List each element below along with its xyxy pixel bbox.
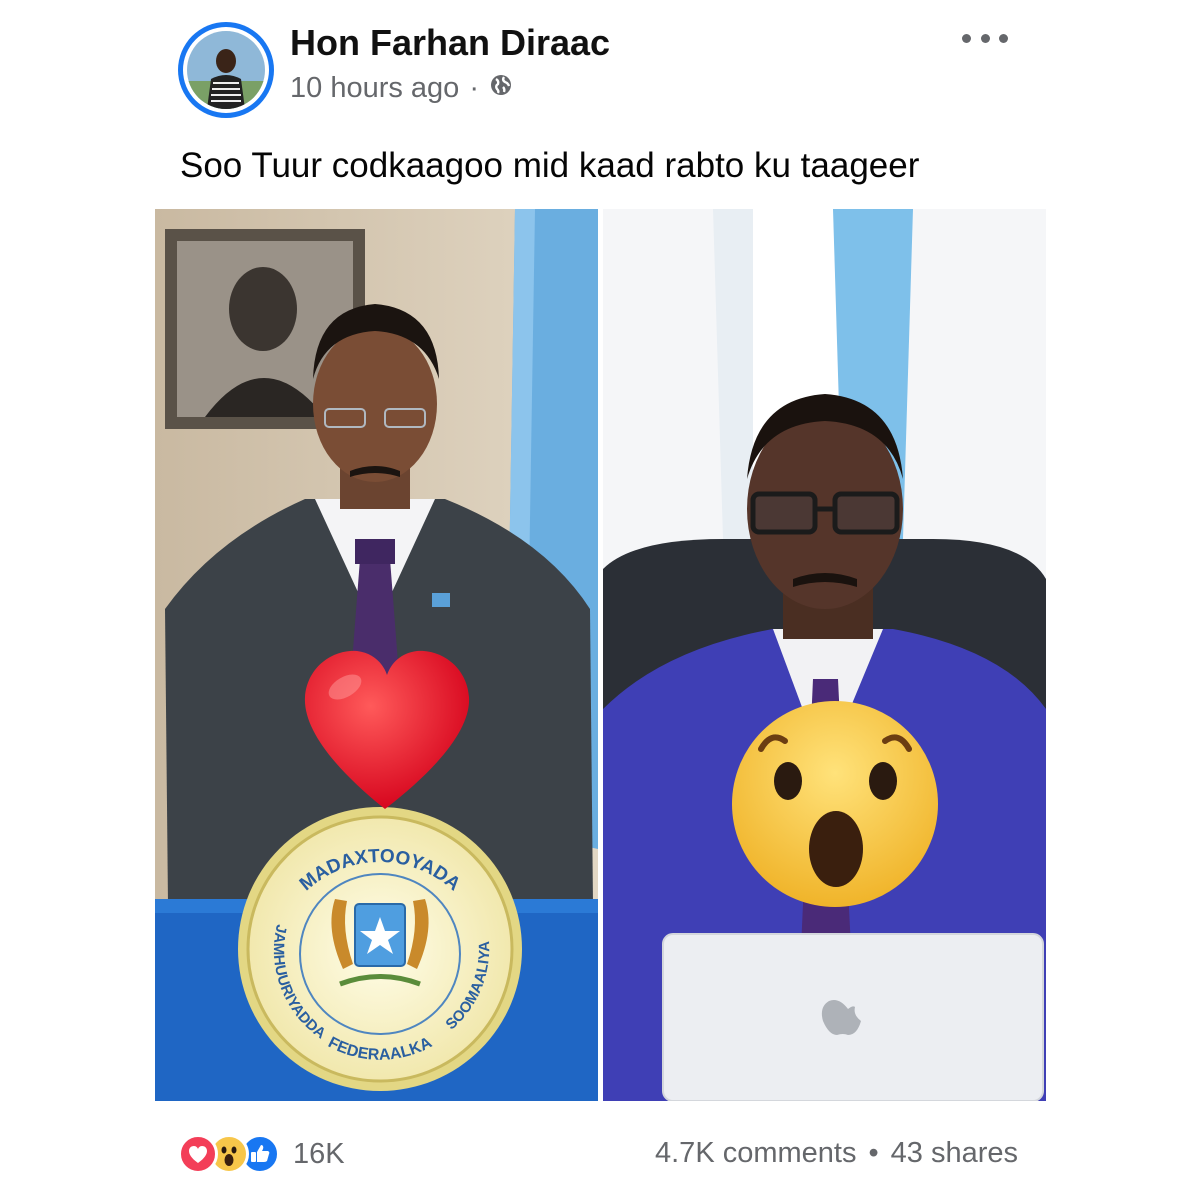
stats-separator: • [868, 1137, 879, 1169]
engagement-stats: 4.7K comments • 43 shares [655, 1137, 1018, 1170]
author-name[interactable]: Hon Farhan Diraac [290, 22, 610, 64]
shares-count[interactable]: 43 shares [891, 1137, 1018, 1170]
post-photo-right[interactable] [603, 209, 1046, 1101]
love-icon [178, 1134, 218, 1174]
avatar[interactable] [178, 22, 274, 118]
avatar-photo [187, 31, 265, 109]
post-caption: Soo Tuur codkaagoo mid kaad rabto ku taa… [180, 146, 920, 185]
more-options-icon[interactable] [962, 26, 1008, 50]
meta-separator: · [469, 72, 479, 104]
reaction-summary[interactable]: 16K [178, 1134, 345, 1174]
reaction-count: 16K [293, 1137, 345, 1170]
presidency-seal [238, 807, 522, 1091]
wow-emoji-overlay [732, 701, 938, 907]
comments-count[interactable]: 4.7K comments [655, 1137, 856, 1170]
post-photo-left[interactable] [155, 209, 598, 1101]
post-meta: 10 hours ago · [290, 72, 513, 105]
post-time[interactable]: 10 hours ago [290, 72, 459, 105]
globe-icon[interactable] [489, 72, 513, 105]
